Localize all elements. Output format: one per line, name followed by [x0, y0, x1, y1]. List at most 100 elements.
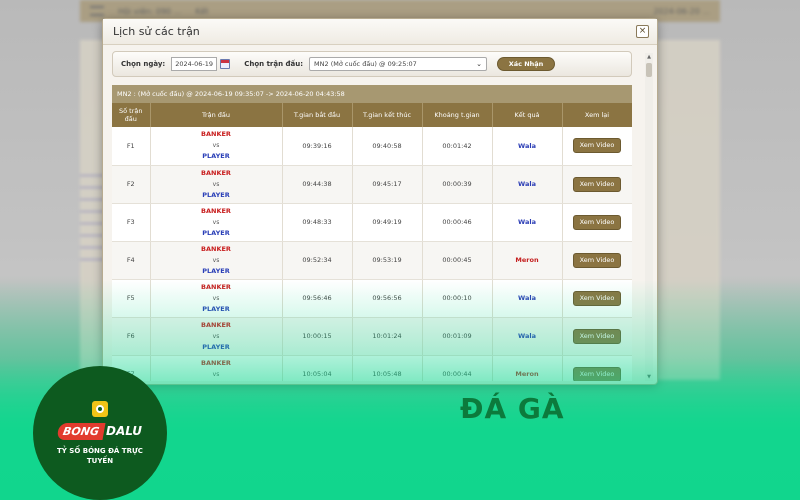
cell-result: Wala [492, 317, 563, 356]
dialog-header: Lịch sử các trận × [103, 19, 657, 45]
cell-match: BANKER vs PLAYER [150, 203, 283, 242]
cell-match-id: F6 [112, 317, 151, 356]
brand-part-a: BONG [56, 422, 106, 440]
match-label: Chọn trận đấu: [244, 60, 304, 68]
cell-match-id: F4 [112, 241, 151, 280]
side-a-label: BANKER [201, 282, 231, 291]
background-topbar-left: Hội viên: 090 ... [118, 6, 182, 16]
cell-end-time: 09:45:17 [352, 165, 423, 204]
cell-replay: Xem Video [562, 127, 632, 166]
side-b-label: PLAYER [202, 304, 230, 313]
watch-video-button[interactable]: Xem Video [573, 214, 621, 230]
side-a-label: BANKER [201, 320, 231, 329]
cell-start-time: 09:39:16 [282, 127, 353, 166]
side-a-label: BANKER [201, 244, 231, 253]
date-input[interactable]: 2024-06-19 [171, 57, 218, 71]
cell-end-time: 09:40:58 [352, 127, 423, 166]
scroll-up-icon[interactable]: ▲ [645, 53, 653, 61]
cell-end-time: 10:05:48 [352, 355, 423, 381]
cell-start-time: 10:05:04 [282, 355, 353, 381]
cell-match-id: F3 [112, 203, 151, 242]
cell-start-time: 10:00:15 [282, 317, 353, 356]
brand-part-b: DALU [106, 424, 142, 438]
side-b-label: PLAYER [202, 228, 230, 237]
soccer-ball-icon [92, 400, 108, 417]
cell-match-id: F1 [112, 127, 151, 166]
cell-duration: 00:00:10 [422, 279, 493, 318]
side-a-label: BANKER [201, 206, 231, 215]
brand-tagline: TỶ SỐ BÓNG ĐÁ TRỰC TUYẾN [57, 446, 143, 465]
vs-label: vs [212, 218, 220, 226]
table-header-row: Số trận đấu Trận đấu T.gian bắt đầu T.gi… [112, 103, 632, 127]
background-topbar-user: Kết [195, 6, 209, 16]
close-icon[interactable]: × [636, 25, 649, 38]
dialog-title: Lịch sử các trận [113, 25, 200, 38]
cell-duration: 00:00:39 [422, 165, 493, 204]
cell-duration: 00:00:45 [422, 241, 493, 280]
cell-start-time: 09:56:46 [282, 279, 353, 318]
background-topbar-right: 2024-06-20 ... [653, 6, 710, 16]
vs-label: vs [212, 256, 220, 264]
chevron-down-icon: ⌄ [476, 60, 483, 68]
side-b-label: PLAYER [202, 342, 230, 351]
cell-result: Wala [492, 165, 563, 204]
cell-result: Wala [492, 279, 563, 318]
side-a-label: BANKER [201, 358, 231, 367]
calendar-icon[interactable] [220, 59, 231, 69]
watch-video-button[interactable]: Xem Video [573, 328, 621, 344]
cell-end-time: 09:56:56 [352, 279, 423, 318]
watch-video-button[interactable]: Xem Video [573, 252, 621, 268]
vs-label: vs [212, 294, 220, 302]
cell-start-time: 09:44:38 [282, 165, 353, 204]
side-a-label: BANKER [201, 130, 231, 139]
table-row: F7BANKERvsPLAYER10:05:0410:05:4800:00:44… [112, 355, 632, 381]
scroll-down-icon[interactable]: ▼ [645, 373, 653, 381]
scroll-thumb[interactable] [646, 63, 652, 77]
cell-match-id: F5 [112, 279, 151, 318]
match-select[interactable]: MN2 (Mở cuốc đấu) @ 09:25:07 ⌄ [309, 57, 488, 71]
column-header: T.gian bắt đầu [282, 103, 353, 127]
headline: ĐÁ GÀ [460, 392, 565, 425]
cell-duration: 00:01:42 [422, 127, 493, 166]
cell-start-time: 09:52:34 [282, 241, 353, 280]
cell-end-time: 10:01:24 [352, 317, 423, 356]
column-header: Khoảng t.gian [422, 103, 493, 127]
filter-bar: Chọn ngày: 2024-06-19 Chọn trận đấu: MN2… [112, 51, 632, 77]
cell-replay: Xem Video [562, 317, 632, 356]
confirm-button[interactable]: Xác Nhận [497, 57, 556, 71]
cell-match-id: F2 [112, 165, 151, 204]
cell-result: Wala [492, 127, 563, 166]
vs-label: vs [212, 142, 220, 150]
menu-icon[interactable] [90, 6, 104, 16]
cell-match: BANKER vs PLAYER [150, 165, 283, 204]
watch-video-button[interactable]: Xem Video [573, 138, 621, 154]
scrollbar[interactable]: ▲ ▼ [645, 53, 653, 381]
table-row: F4 BANKER vs PLAYER 09:52:34 09:53:19 00:00:45… [112, 241, 632, 280]
cell-result: Wala [492, 203, 563, 242]
column-header: Số trận đấu [112, 103, 151, 127]
vs-label: vs [212, 370, 220, 378]
cell-match: BANKER vs PLAYER [150, 279, 283, 318]
cell-replay: Xem Video [562, 279, 632, 318]
cell-end-time: 09:53:19 [352, 241, 423, 280]
cell-replay: Xem Video [562, 165, 632, 204]
vs-label: vs [212, 180, 220, 188]
watch-video-button[interactable]: Xem Video [573, 176, 621, 192]
cell-start-time: 09:48:33 [282, 203, 353, 242]
column-header: Kết quả [492, 103, 563, 127]
cell-result: Meron [492, 355, 563, 381]
history-table-wrap: MN2 : (Mở cuốc đấu) @ 2024-06-19 09:35:0… [112, 85, 632, 381]
watch-video-button[interactable]: Xem Video [573, 290, 621, 306]
watch-video-button[interactable]: Xem Video [573, 366, 621, 381]
cell-replay: Xem Video [562, 241, 632, 280]
cell-match: BANKER vs PLAYER [150, 241, 283, 280]
summary-row: MN2 : (Mở cuốc đấu) @ 2024-06-19 09:35:0… [112, 85, 632, 103]
side-b-label: PLAYER [202, 266, 230, 275]
history-table: Số trận đấu Trận đấu T.gian bắt đầu T.gi… [112, 103, 632, 381]
vs-label: vs [212, 332, 220, 340]
cell-duration: 00:00:44 [422, 355, 493, 381]
side-b-label: PLAYER [202, 190, 230, 199]
side-b-label: PLAYER [202, 152, 230, 161]
cell-match: BANKER vs PLAYER [150, 355, 283, 381]
cell-duration: 00:01:09 [422, 317, 493, 356]
